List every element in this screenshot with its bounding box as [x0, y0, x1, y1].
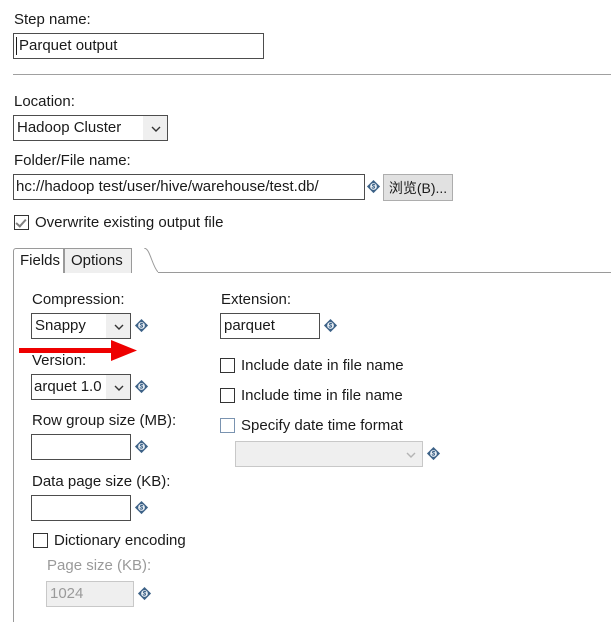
- row-group-size-label: Row group size (MB):: [32, 412, 177, 429]
- variable-icon[interactable]: [137, 586, 152, 601]
- checkbox-box[interactable]: [220, 388, 235, 403]
- folder-file-name-label: Folder/File name:: [14, 152, 131, 169]
- version-select[interactable]: arquet 1.0: [31, 374, 131, 400]
- tab-fields[interactable]: Fields: [13, 248, 64, 273]
- compression-select[interactable]: Snappy: [31, 313, 131, 339]
- row-group-size-input[interactable]: [31, 434, 131, 460]
- location-select-value: Hadoop Cluster: [17, 119, 122, 136]
- extension-input[interactable]: parquet: [220, 313, 320, 339]
- tab-panel-left-border: [13, 273, 14, 622]
- compression-label: Compression:: [32, 291, 125, 308]
- page-size-input: 1024: [46, 581, 134, 607]
- include-time-in-file-name-checkbox[interactable]: Include time in file name: [220, 388, 403, 403]
- section-divider: [13, 74, 611, 75]
- overwrite-existing-output-file-checkbox[interactable]: Overwrite existing output file: [14, 215, 223, 230]
- variable-icon[interactable]: [426, 446, 441, 461]
- date-time-format-select-value: [236, 442, 398, 466]
- location-select[interactable]: Hadoop Cluster: [13, 115, 168, 141]
- page-size-label: Page size (KB):: [47, 557, 152, 574]
- chevron-down-icon[interactable]: [106, 314, 130, 338]
- variable-icon[interactable]: [366, 179, 381, 194]
- folder-file-name-input[interactable]: hc://hadoop test/user/hive/warehouse/tes…: [13, 174, 365, 200]
- variable-icon[interactable]: [134, 379, 149, 394]
- chevron-down-icon[interactable]: [106, 375, 130, 399]
- checkbox-box[interactable]: [220, 358, 235, 373]
- variable-icon[interactable]: [134, 439, 149, 454]
- extension-label: Extension:: [221, 291, 292, 308]
- compression-select-value: Snappy: [35, 317, 86, 334]
- step-name-label: Step name:: [14, 11, 91, 28]
- include-time-in-file-name-label: Include time in file name: [241, 387, 403, 404]
- specify-date-time-format-checkbox[interactable]: Specify date time format: [220, 418, 403, 433]
- checkbox-box[interactable]: [33, 533, 48, 548]
- checkbox-box[interactable]: [14, 215, 29, 230]
- dictionary-encoding-label: Dictionary encoding: [54, 532, 186, 549]
- chevron-down-icon: [398, 442, 422, 466]
- location-label: Location:: [14, 93, 75, 110]
- include-date-in-file-name-checkbox[interactable]: Include date in file name: [220, 358, 404, 373]
- variable-icon[interactable]: [323, 318, 338, 333]
- tab-strip-underline: [158, 272, 611, 273]
- version-label: Version:: [32, 352, 87, 369]
- data-page-size-label: Data page size (KB):: [32, 473, 171, 490]
- checkbox-box[interactable]: [220, 418, 235, 433]
- tab-strip: Fields Options: [13, 248, 611, 273]
- overwrite-existing-output-file-label: Overwrite existing output file: [35, 214, 224, 231]
- version-select-value: arquet 1.0: [34, 378, 102, 395]
- variable-icon[interactable]: [134, 500, 149, 515]
- tab-options[interactable]: Options: [64, 248, 132, 273]
- include-date-in-file-name-label: Include date in file name: [241, 357, 404, 374]
- date-time-format-select: [235, 441, 423, 467]
- step-name-input[interactable]: Parquet output: [13, 33, 264, 59]
- browse-button[interactable]: 浏览(B)...: [383, 174, 453, 201]
- specify-date-time-format-label: Specify date time format: [241, 417, 403, 434]
- data-page-size-input[interactable]: [31, 495, 131, 521]
- variable-icon[interactable]: [134, 318, 149, 333]
- tab-trailing-edge: [132, 248, 158, 273]
- chevron-down-icon[interactable]: [143, 116, 167, 140]
- dictionary-encoding-checkbox[interactable]: Dictionary encoding: [33, 533, 186, 548]
